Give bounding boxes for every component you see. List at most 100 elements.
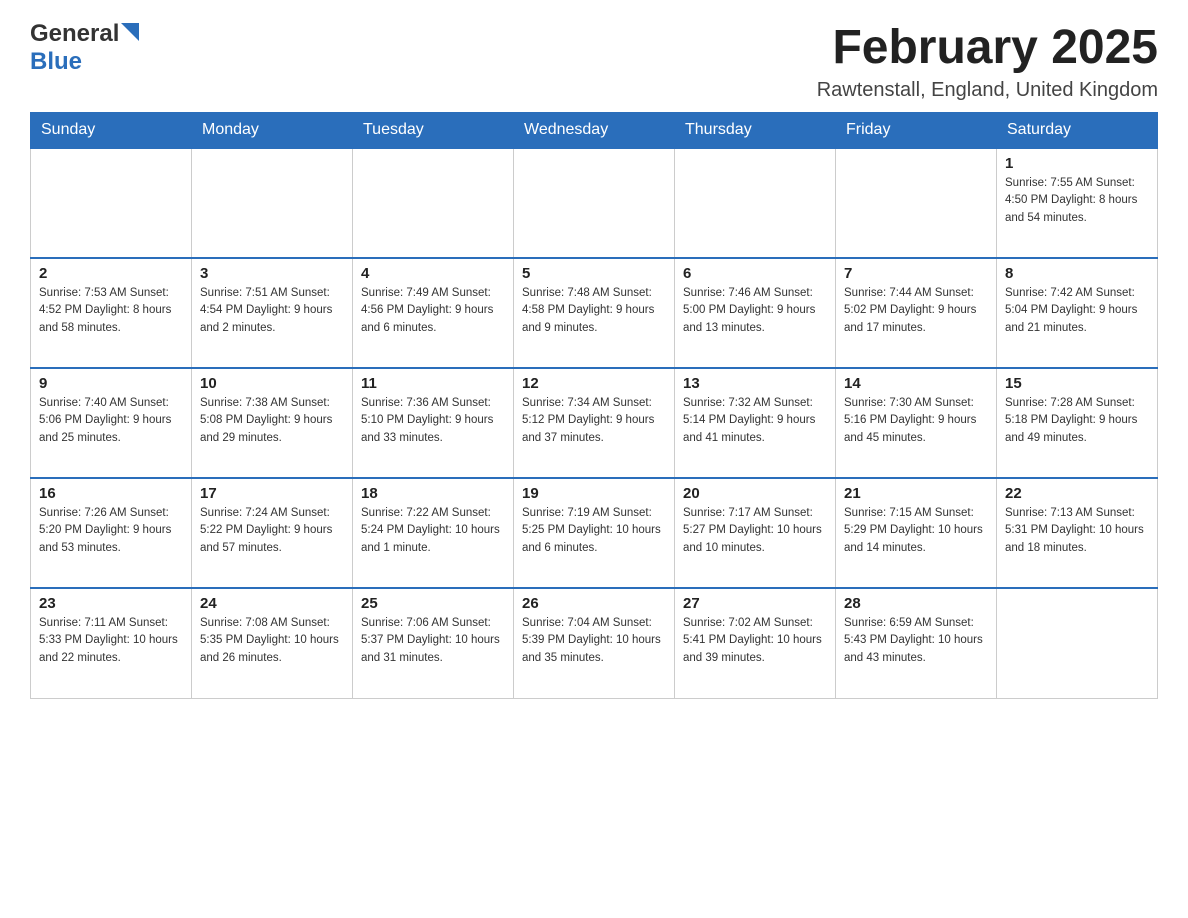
day-info: Sunrise: 7:34 AM Sunset: 5:12 PM Dayligh… xyxy=(522,395,666,447)
day-info: Sunrise: 7:28 AM Sunset: 5:18 PM Dayligh… xyxy=(1005,395,1149,447)
day-info: Sunrise: 7:17 AM Sunset: 5:27 PM Dayligh… xyxy=(683,505,827,557)
weekday-header-wednesday: Wednesday xyxy=(514,113,675,149)
title-section: February 2025 Rawtenstall, England, Unit… xyxy=(817,20,1158,102)
day-number: 8 xyxy=(1005,265,1149,282)
day-number: 28 xyxy=(844,595,988,612)
calendar-cell: 9 Sunrise: 7:40 AM Sunset: 5:06 PM Daylig… xyxy=(31,368,192,478)
calendar-cell: 25Sunrise: 7:06 AM Sunset: 5:37 PM Dayli… xyxy=(353,588,514,698)
day-number: 9 xyxy=(39,375,183,392)
logo-general-text: General xyxy=(30,20,119,48)
day-info: Sunrise: 7:40 AM Sunset: 5:06 PM Dayligh… xyxy=(39,395,183,447)
day-number: 15 xyxy=(1005,375,1149,392)
day-number: 22 xyxy=(1005,485,1149,502)
day-info: Sunrise: 7:04 AM Sunset: 5:39 PM Dayligh… xyxy=(522,615,666,667)
day-info: Sunrise: 7:42 AM Sunset: 5:04 PM Dayligh… xyxy=(1005,285,1149,337)
weekday-header-monday: Monday xyxy=(192,113,353,149)
day-number: 20 xyxy=(683,485,827,502)
day-number: 11 xyxy=(361,375,505,392)
calendar-cell: 13 Sunrise: 7:32 AM Sunset: 5:14 PM Dayli… xyxy=(675,368,836,478)
day-info: Sunrise: 7:38 AM Sunset: 5:08 PM Dayligh… xyxy=(200,395,344,447)
calendar-cell xyxy=(353,148,514,258)
day-info: Sunrise: 7:55 AM Sunset: 4:50 PM Dayligh… xyxy=(1005,175,1149,227)
logo: General Blue xyxy=(30,20,139,76)
calendar-cell: 26 Sunrise: 7:04 AM Sunset: 5:39 PM Dayli… xyxy=(514,588,675,698)
calendar-cell: 8 Sunrise: 7:42 AM Sunset: 5:04 PM Daylig… xyxy=(997,258,1158,368)
calendar-cell: 16Sunrise: 7:26 AM Sunset: 5:20 PM Dayli… xyxy=(31,478,192,588)
day-number: 12 xyxy=(522,375,666,392)
calendar-cell: 3 Sunrise: 7:51 AM Sunset: 4:54 PM Daylig… xyxy=(192,258,353,368)
calendar-cell xyxy=(836,148,997,258)
weekday-header-saturday: Saturday xyxy=(997,113,1158,149)
day-info: Sunrise: 7:24 AM Sunset: 5:22 PM Dayligh… xyxy=(200,505,344,557)
day-info: Sunrise: 7:30 AM Sunset: 5:16 PM Dayligh… xyxy=(844,395,988,447)
day-number: 23 xyxy=(39,595,183,612)
day-number: 5 xyxy=(522,265,666,282)
logo-blue-text: Blue xyxy=(30,48,82,75)
day-info: Sunrise: 7:46 AM Sunset: 5:00 PM Dayligh… xyxy=(683,285,827,337)
calendar-week-row: 16Sunrise: 7:26 AM Sunset: 5:20 PM Dayli… xyxy=(31,478,1158,588)
calendar-cell: 27Sunrise: 7:02 AM Sunset: 5:41 PM Dayli… xyxy=(675,588,836,698)
day-number: 26 xyxy=(522,595,666,612)
day-info: Sunrise: 6:59 AM Sunset: 5:43 PM Dayligh… xyxy=(844,615,988,667)
calendar-cell: 21 Sunrise: 7:15 AM Sunset: 5:29 PM Dayli… xyxy=(836,478,997,588)
day-info: Sunrise: 7:26 AM Sunset: 5:20 PM Dayligh… xyxy=(39,505,183,557)
calendar-cell: 15 Sunrise: 7:28 AM Sunset: 5:18 PM Dayli… xyxy=(997,368,1158,478)
calendar-table: SundayMondayTuesdayWednesdayThursdayFrid… xyxy=(30,112,1158,699)
calendar-cell: 6 Sunrise: 7:46 AM Sunset: 5:00 PM Daylig… xyxy=(675,258,836,368)
calendar-cell: 18 Sunrise: 7:22 AM Sunset: 5:24 PM Dayli… xyxy=(353,478,514,588)
day-number: 13 xyxy=(683,375,827,392)
day-number: 21 xyxy=(844,485,988,502)
day-number: 6 xyxy=(683,265,827,282)
weekday-header-sunday: Sunday xyxy=(31,113,192,149)
calendar-cell: 2 Sunrise: 7:53 AM Sunset: 4:52 PM Daylig… xyxy=(31,258,192,368)
day-info: Sunrise: 7:08 AM Sunset: 5:35 PM Dayligh… xyxy=(200,615,344,667)
day-info: Sunrise: 7:49 AM Sunset: 4:56 PM Dayligh… xyxy=(361,285,505,337)
day-number: 18 xyxy=(361,485,505,502)
day-info: Sunrise: 7:19 AM Sunset: 5:25 PM Dayligh… xyxy=(522,505,666,557)
weekday-header-tuesday: Tuesday xyxy=(353,113,514,149)
day-info: Sunrise: 7:22 AM Sunset: 5:24 PM Dayligh… xyxy=(361,505,505,557)
day-number: 2 xyxy=(39,265,183,282)
day-number: 10 xyxy=(200,375,344,392)
day-info: Sunrise: 7:32 AM Sunset: 5:14 PM Dayligh… xyxy=(683,395,827,447)
calendar-cell xyxy=(675,148,836,258)
weekday-header-row: SundayMondayTuesdayWednesdayThursdayFrid… xyxy=(31,113,1158,149)
calendar-cell xyxy=(997,588,1158,698)
day-number: 19 xyxy=(522,485,666,502)
calendar-cell: 11 Sunrise: 7:36 AM Sunset: 5:10 PM Dayli… xyxy=(353,368,514,478)
day-info: Sunrise: 7:44 AM Sunset: 5:02 PM Dayligh… xyxy=(844,285,988,337)
day-info: Sunrise: 7:15 AM Sunset: 5:29 PM Dayligh… xyxy=(844,505,988,557)
calendar-week-row: 9 Sunrise: 7:40 AM Sunset: 5:06 PM Daylig… xyxy=(31,368,1158,478)
day-info: Sunrise: 7:48 AM Sunset: 4:58 PM Dayligh… xyxy=(522,285,666,337)
day-number: 24 xyxy=(200,595,344,612)
day-info: Sunrise: 7:36 AM Sunset: 5:10 PM Dayligh… xyxy=(361,395,505,447)
calendar-cell: 24 Sunrise: 7:08 AM Sunset: 5:35 PM Dayli… xyxy=(192,588,353,698)
calendar-cell xyxy=(514,148,675,258)
day-info: Sunrise: 7:51 AM Sunset: 4:54 PM Dayligh… xyxy=(200,285,344,337)
calendar-cell: 22 Sunrise: 7:13 AM Sunset: 5:31 PM Dayli… xyxy=(997,478,1158,588)
logo-arrow-icon xyxy=(121,23,139,46)
day-number: 3 xyxy=(200,265,344,282)
day-info: Sunrise: 7:13 AM Sunset: 5:31 PM Dayligh… xyxy=(1005,505,1149,557)
calendar-week-row: 2 Sunrise: 7:53 AM Sunset: 4:52 PM Daylig… xyxy=(31,258,1158,368)
calendar-cell: 28 Sunrise: 6:59 AM Sunset: 5:43 PM Dayli… xyxy=(836,588,997,698)
day-info: Sunrise: 7:53 AM Sunset: 4:52 PM Dayligh… xyxy=(39,285,183,337)
location-subtitle: Rawtenstall, England, United Kingdom xyxy=(817,79,1158,102)
day-number: 1 xyxy=(1005,155,1149,172)
weekday-header-friday: Friday xyxy=(836,113,997,149)
calendar-cell: 14Sunrise: 7:30 AM Sunset: 5:16 PM Dayli… xyxy=(836,368,997,478)
calendar-cell: 5 Sunrise: 7:48 AM Sunset: 4:58 PM Daylig… xyxy=(514,258,675,368)
calendar-cell: 19 Sunrise: 7:19 AM Sunset: 5:25 PM Dayli… xyxy=(514,478,675,588)
day-number: 27 xyxy=(683,595,827,612)
calendar-cell xyxy=(192,148,353,258)
day-info: Sunrise: 7:11 AM Sunset: 5:33 PM Dayligh… xyxy=(39,615,183,667)
calendar-week-row: 1 Sunrise: 7:55 AM Sunset: 4:50 PM Daylig… xyxy=(31,148,1158,258)
calendar-cell: 17Sunrise: 7:24 AM Sunset: 5:22 PM Dayli… xyxy=(192,478,353,588)
day-number: 7 xyxy=(844,265,988,282)
calendar-cell: 20 Sunrise: 7:17 AM Sunset: 5:27 PM Dayli… xyxy=(675,478,836,588)
calendar-cell: 12 Sunrise: 7:34 AM Sunset: 5:12 PM Dayli… xyxy=(514,368,675,478)
calendar-cell: 1 Sunrise: 7:55 AM Sunset: 4:50 PM Daylig… xyxy=(997,148,1158,258)
day-number: 4 xyxy=(361,265,505,282)
month-year-title: February 2025 xyxy=(817,20,1158,75)
weekday-header-thursday: Thursday xyxy=(675,113,836,149)
